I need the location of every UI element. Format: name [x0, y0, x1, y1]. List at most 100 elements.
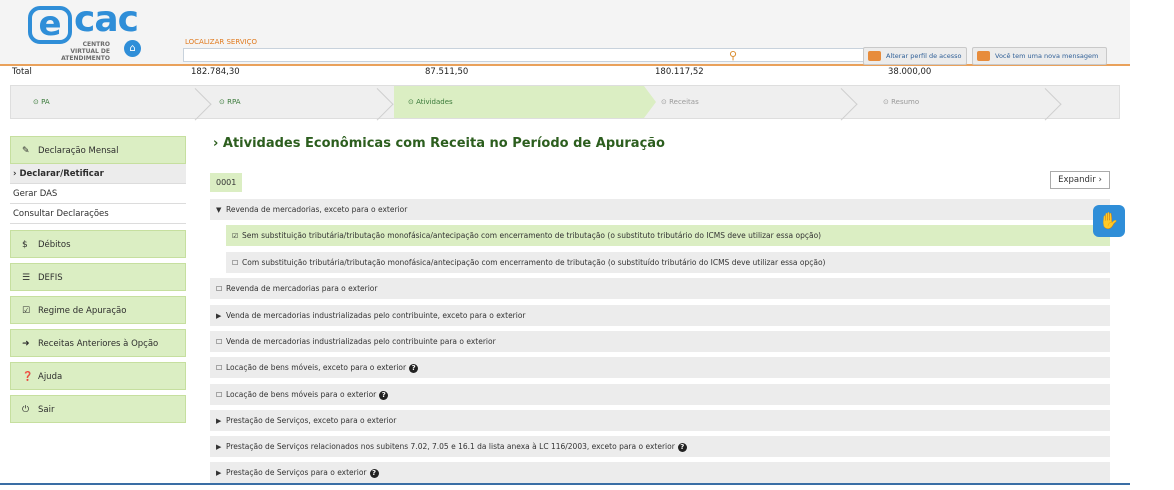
- activity-label: Revenda de mercadorias para o exterior: [226, 284, 378, 293]
- activity-label: Prestação de Serviços para o exterior: [226, 468, 367, 477]
- sidebar-item-debitos[interactable]: $ Débitos: [10, 230, 186, 258]
- activity-row[interactable]: ▶ Prestação de Serviços para o exterior?: [210, 462, 1110, 483]
- new-message-label: Você tem uma nova mensagem: [995, 52, 1099, 60]
- help-icon[interactable]: ?: [409, 363, 419, 373]
- users-icon: [868, 51, 881, 61]
- caret-right-icon: ▶: [216, 312, 222, 320]
- search-label: LOCALIZAR SERVIÇO: [185, 38, 258, 46]
- sidebar-subitem-consultar[interactable]: Consultar Declarações: [10, 204, 186, 224]
- activity-row[interactable]: ▶ Prestação de Serviços relacionados nos …: [210, 436, 1110, 457]
- activity-subrow[interactable]: ☐ Com substituição tributária/tributação …: [226, 252, 1110, 273]
- activity-label: Com substituição tributária/tributação m…: [242, 258, 826, 267]
- expand-label: Expandir: [1058, 175, 1096, 185]
- sidebar-item-ajuda[interactable]: ❓ Ajuda: [10, 362, 186, 390]
- envelope-icon: [977, 51, 990, 61]
- step-receitas[interactable]: ⊙ Receitas: [661, 86, 699, 118]
- total-value-4: 38.000,00: [888, 67, 932, 77]
- caret-down-icon: ▼: [216, 206, 222, 214]
- sidebar-item-label: Regime de Apuração: [38, 306, 127, 316]
- caret-right-icon: ▶: [216, 443, 222, 451]
- page-title: › Atividades Econômicas com Receita no P…: [213, 136, 665, 151]
- sidebar-item-receitas-anteriores[interactable]: ➜ Receitas Anteriores à Opção: [10, 329, 186, 357]
- empty-box-icon: ☐: [216, 338, 223, 346]
- search-icon[interactable]: ⚲: [729, 50, 741, 62]
- activity-label: Venda de mercadorias industrializadas pe…: [226, 311, 526, 320]
- sidebar-subitem-label: Consultar Declarações: [13, 209, 109, 219]
- sidebar-subitem-label: Declarar/Retificar: [19, 169, 104, 179]
- step-atividades[interactable]: ⊙ Atividades: [408, 86, 453, 118]
- dollar-icon: $: [22, 240, 28, 250]
- sidebar-item-regime[interactable]: ☑ Regime de Apuração: [10, 296, 186, 324]
- step-chevron: [383, 86, 397, 118]
- total-value-2: 87.511,50: [425, 67, 469, 77]
- sidebar-item-label: Débitos: [38, 240, 71, 250]
- accessibility-hands-icon[interactable]: ✋: [1093, 205, 1125, 237]
- activity-label: Venda de mercadorias industrializadas pe…: [226, 337, 496, 346]
- logo-e-mark: e: [28, 6, 72, 44]
- step-atividades-label: Atividades: [416, 98, 453, 106]
- activity-tag[interactable]: 0001: [210, 173, 242, 192]
- caret-right-icon: ▶: [216, 469, 222, 477]
- step-pa-label: PA: [41, 98, 50, 106]
- search-input[interactable]: [183, 48, 899, 62]
- bottom-divider: [0, 483, 1130, 485]
- caret-right-icon: ▶: [216, 417, 222, 425]
- activity-label: Sem substituição tributária/tributação m…: [242, 231, 822, 240]
- activity-row[interactable]: ▶ Venda de mercadorias industrializadas p…: [210, 305, 1110, 326]
- step-resumo[interactable]: ⊙ Resumo: [883, 86, 919, 118]
- search-box: LOCALIZAR SERVIÇO: [175, 30, 899, 62]
- step-rpa[interactable]: ⊙ RPA: [219, 86, 241, 118]
- activity-label: Prestação de Serviços, exceto para o ext…: [226, 416, 397, 425]
- sidebar-subitem-declarar-retificar[interactable]: › Declarar/Retificar: [10, 164, 186, 184]
- help-icon: ❓: [22, 372, 34, 382]
- activity-label: Locação de bens móveis para o exterior: [226, 390, 377, 399]
- sidebar-item-label: Sair: [38, 405, 55, 415]
- home-icon[interactable]: ⌂: [124, 40, 141, 57]
- expand-button[interactable]: Expandir ›: [1050, 171, 1110, 189]
- total-value-1: 182.784,30: [191, 67, 240, 77]
- empty-box-icon: ☐: [216, 364, 223, 372]
- sidebar-item-sair[interactable]: ⏻ Sair: [10, 395, 186, 423]
- activity-row[interactable]: ☐ Venda de mercadorias industrializadas p…: [210, 331, 1110, 352]
- sidebar-item-declaracao-mensal[interactable]: ✎ Declaração Mensal: [10, 136, 186, 164]
- step-pa[interactable]: ⊙ PA: [33, 86, 50, 118]
- checkbox-icon: ☑: [22, 306, 31, 316]
- activity-row[interactable]: ☐ Revenda de mercadorias para o exterior: [210, 278, 1110, 299]
- step-receitas-label: Receitas: [669, 98, 699, 106]
- sidebar-item-label: Ajuda: [38, 372, 63, 382]
- totals-label: Total: [12, 67, 32, 77]
- activity-row[interactable]: ☐ Locação de bens móveis, exceto para o e…: [210, 357, 1110, 378]
- sidebar-item-label: Receitas Anteriores à Opção: [38, 339, 159, 349]
- sidebar-item-label: Declaração Mensal: [38, 146, 119, 156]
- arrow-right-icon: ➜: [22, 339, 30, 349]
- wizard-steps: ⊙ PA ⊙ RPA ⊙ Atividades ⊙ Receitas ⊙ Res…: [10, 85, 1120, 119]
- totals-row: Total 182.784,30 87.511,50 180.117,52 38…: [0, 66, 1130, 78]
- empty-box-icon: ☐: [216, 391, 223, 399]
- activity-label: Prestação de Serviços relacionados nos s…: [226, 442, 675, 451]
- logo-text: cac: [74, 0, 139, 40]
- change-profile-button[interactable]: Alterar perfil de acesso: [863, 47, 967, 65]
- sidebar-subitem-gerar-das[interactable]: Gerar DAS: [10, 184, 186, 204]
- sidebar-item-defis[interactable]: ☰ DEFIS: [10, 263, 186, 291]
- activity-subrow-selected[interactable]: ☑ Sem substituição tributária/tributação …: [226, 225, 1110, 246]
- activity-row[interactable]: ▼ Revenda de mercadorias, exceto para o e…: [210, 199, 1110, 220]
- sidebar-subitem-label: Gerar DAS: [13, 189, 58, 199]
- activity-row[interactable]: ▶ Prestação de Serviços, exceto para o ex…: [210, 410, 1110, 431]
- change-profile-label: Alterar perfil de acesso: [886, 52, 962, 60]
- sidebar: ✎ Declaração Mensal › Declarar/Retificar…: [10, 136, 186, 428]
- step-chevron: [201, 86, 215, 118]
- step-rpa-label: RPA: [227, 98, 241, 106]
- total-value-3: 180.117,52: [655, 67, 704, 77]
- page-title-text: Atividades Econômicas com Receita no Per…: [222, 136, 665, 151]
- new-message-button[interactable]: Você tem uma nova mensagem: [972, 47, 1107, 65]
- sidebar-item-label: DEFIS: [38, 273, 63, 283]
- header: e cac CENTRO VIRTUAL DE ATENDIMENTO ⌂ LO…: [0, 0, 1130, 66]
- activity-row[interactable]: ☐ Locação de bens móveis para o exterior?: [210, 384, 1110, 405]
- help-icon[interactable]: ?: [379, 390, 389, 400]
- help-icon[interactable]: ?: [369, 468, 379, 478]
- activity-label: Revenda de mercadorias, exceto para o ex…: [226, 205, 408, 214]
- list-icon: ☰: [22, 273, 31, 283]
- step-chevron: [847, 86, 861, 118]
- chevron-right-icon: ›: [13, 169, 17, 179]
- help-icon[interactable]: ?: [677, 442, 687, 452]
